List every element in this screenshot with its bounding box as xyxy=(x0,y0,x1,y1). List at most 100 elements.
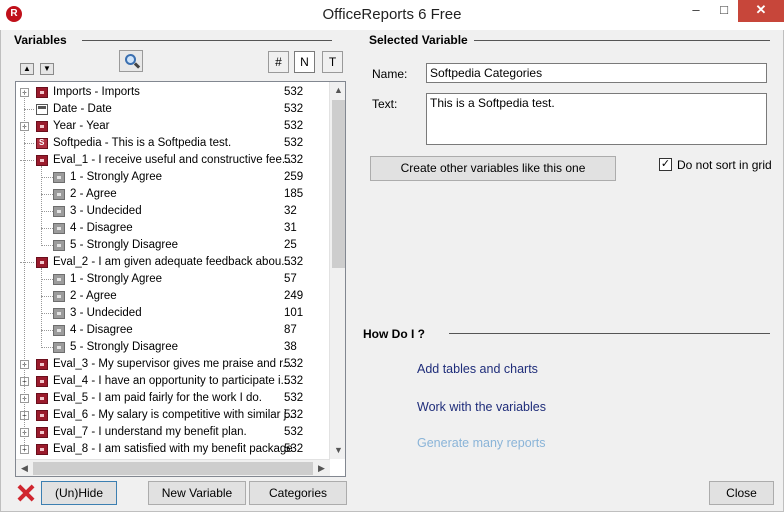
tree-row-label: 1 - Strongly Agree xyxy=(70,171,163,183)
name-field[interactable]: Softpedia Categories xyxy=(426,63,767,83)
scroll-up-arrow-icon[interactable]: ▲ xyxy=(330,82,345,99)
tree-row-label: 4 - Disagree xyxy=(70,222,133,234)
tree-value-row[interactable]: 1 - Strongly Agree 259 xyxy=(16,169,330,186)
tree-variable-row[interactable]: + Eval_8 - I am satisfied with my benefit… xyxy=(16,441,330,458)
tree-connector xyxy=(41,279,53,280)
scroll-down-arrow-icon[interactable]: ▼ xyxy=(330,442,345,459)
variable-icon xyxy=(36,121,48,132)
text-label: Text: xyxy=(372,97,398,111)
tree-branch-connector xyxy=(41,166,42,246)
tree-variable-row[interactable]: Softpedia - This is a Softpedia test. 532 xyxy=(16,135,330,152)
tree-row-count: 532 xyxy=(284,426,304,438)
text-field[interactable]: This is a Softpedia test. xyxy=(426,93,767,145)
tree-row-count: 87 xyxy=(284,324,297,336)
tree-value-row[interactable]: 2 - Agree 249 xyxy=(16,288,330,305)
tree-row-count: 532 xyxy=(284,443,304,455)
tree-value-row[interactable]: 4 - Disagree 87 xyxy=(16,322,330,339)
tree-row-count: 532 xyxy=(284,256,304,268)
variable-icon xyxy=(36,376,48,387)
tree-row-label: 2 - Agree xyxy=(70,290,117,302)
window-title: OfficeReports 6 Free xyxy=(322,6,462,23)
tree-row-count: 57 xyxy=(284,273,297,285)
value-icon xyxy=(53,291,65,302)
tree-variable-row[interactable]: Eval_1 - I receive useful and constructi… xyxy=(16,152,330,169)
categories-button[interactable]: Categories xyxy=(249,481,347,505)
scroll-right-arrow-icon[interactable]: ▶ xyxy=(313,460,330,476)
tree-variable-row[interactable]: + Eval_3 - My supervisor gives me praise … xyxy=(16,356,330,373)
variable-icon xyxy=(36,87,48,98)
tree-row-label: 3 - Undecided xyxy=(70,205,142,217)
tree-variable-row[interactable]: + Eval_5 - I am paid fairly for the work … xyxy=(16,390,330,407)
tree-connector xyxy=(41,296,53,297)
variable-icon xyxy=(36,155,48,166)
close-button[interactable]: Close xyxy=(709,481,774,505)
vertical-scroll-thumb[interactable] xyxy=(332,100,345,268)
tree-row-count: 532 xyxy=(284,375,304,387)
tree-row-count: 38 xyxy=(284,341,297,353)
tree-value-row[interactable]: 1 - Strongly Agree 57 xyxy=(16,271,330,288)
tree-variable-row[interactable]: + Year - Year 532 xyxy=(16,118,330,135)
tree-value-row[interactable]: 4 - Disagree 31 xyxy=(16,220,330,237)
move-down-button[interactable]: ▼ xyxy=(40,63,54,75)
toggle-count-n[interactable]: N xyxy=(294,51,315,73)
new-variable-button[interactable]: New Variable xyxy=(148,481,246,505)
tree-row-count: 101 xyxy=(284,307,304,319)
tree-value-row[interactable]: 5 - Strongly Disagree 25 xyxy=(16,237,330,254)
variables-tree[interactable]: + Imports - Imports 532 Date - Date 532 + Year… xyxy=(15,81,346,477)
tree-connector xyxy=(41,245,53,246)
tree-row-label: Eval_6 - My salary is competitive with s… xyxy=(53,409,296,421)
link-work-with-variables[interactable]: Work with the variables xyxy=(417,400,546,414)
title-bar: R OfficeReports 6 Free – □ ✕ xyxy=(0,0,784,30)
horizontal-scrollbar[interactable]: ◀ ▶ xyxy=(16,459,330,476)
tree-variable-row[interactable]: Date - Date 532 xyxy=(16,101,330,118)
move-up-button[interactable]: ▲ xyxy=(20,63,34,75)
tree-row-count: 259 xyxy=(284,171,304,183)
tree-row-count: 532 xyxy=(284,392,304,404)
tree-row-label: Eval_3 - My supervisor gives me praise a… xyxy=(53,358,293,370)
search-icon[interactable] xyxy=(119,50,143,72)
variable-icon xyxy=(36,393,48,404)
variable-icon xyxy=(36,410,48,421)
close-window-button[interactable]: ✕ xyxy=(738,0,784,22)
tree-row-label: 5 - Strongly Disagree xyxy=(70,239,179,251)
tree-value-row[interactable]: 2 - Agree 185 xyxy=(16,186,330,203)
tree-branch-connector xyxy=(41,268,42,348)
do-not-sort-checkbox[interactable]: ✓ xyxy=(659,158,672,171)
tree-variable-row[interactable]: + Eval_7 - I understand my benefit plan. 5… xyxy=(16,424,330,441)
unhide-button[interactable]: (Un)Hide xyxy=(41,481,117,505)
tree-connector xyxy=(41,228,53,229)
scroll-left-arrow-icon[interactable]: ◀ xyxy=(16,460,33,476)
tree-row-count: 532 xyxy=(284,409,304,421)
toggle-count-t[interactable]: T xyxy=(322,51,343,73)
delete-icon[interactable] xyxy=(15,482,37,504)
tree-connector xyxy=(41,347,53,348)
tree-variable-row[interactable]: + Eval_6 - My salary is competitive with … xyxy=(16,407,330,424)
horizontal-scroll-thumb[interactable] xyxy=(33,462,313,475)
tree-row-count: 532 xyxy=(284,137,304,149)
tree-connector xyxy=(41,177,53,178)
tree-row-count: 32 xyxy=(284,205,297,217)
minimize-button[interactable]: – xyxy=(682,0,710,22)
tree-row-count: 532 xyxy=(284,358,304,370)
link-generate-reports[interactable]: Generate many reports xyxy=(417,436,546,450)
tree-row-count: 532 xyxy=(284,86,304,98)
variables-header-divider xyxy=(82,40,332,41)
value-icon xyxy=(53,308,65,319)
tree-variable-row[interactable]: Eval_2 - I am given adequate feedback ab… xyxy=(16,254,330,271)
tree-row-label: Softpedia - This is a Softpedia test. xyxy=(53,137,232,149)
maximize-button[interactable]: □ xyxy=(710,0,738,22)
tree-variable-row[interactable]: + Eval_4 - I have an opportunity to parti… xyxy=(16,373,330,390)
tree-variable-row[interactable]: + Imports - Imports 532 xyxy=(16,84,330,101)
value-icon xyxy=(53,342,65,353)
tree-value-row[interactable]: 3 - Undecided 32 xyxy=(16,203,330,220)
link-add-tables-charts[interactable]: Add tables and charts xyxy=(417,362,538,376)
tree-row-label: Eval_8 - I am satisfied with my benefit … xyxy=(53,443,293,455)
tree-value-row[interactable]: 5 - Strongly Disagree 38 xyxy=(16,339,330,356)
tree-value-row[interactable]: 3 - Undecided 101 xyxy=(16,305,330,322)
toggle-count-number[interactable]: # xyxy=(268,51,289,73)
tree-connector xyxy=(20,262,34,263)
create-variables-button[interactable]: Create other variables like this one xyxy=(370,156,616,181)
vertical-scrollbar[interactable]: ▲ ▼ xyxy=(329,82,345,459)
selected-variable-header: Selected Variable xyxy=(369,33,468,47)
value-icon xyxy=(53,206,65,217)
